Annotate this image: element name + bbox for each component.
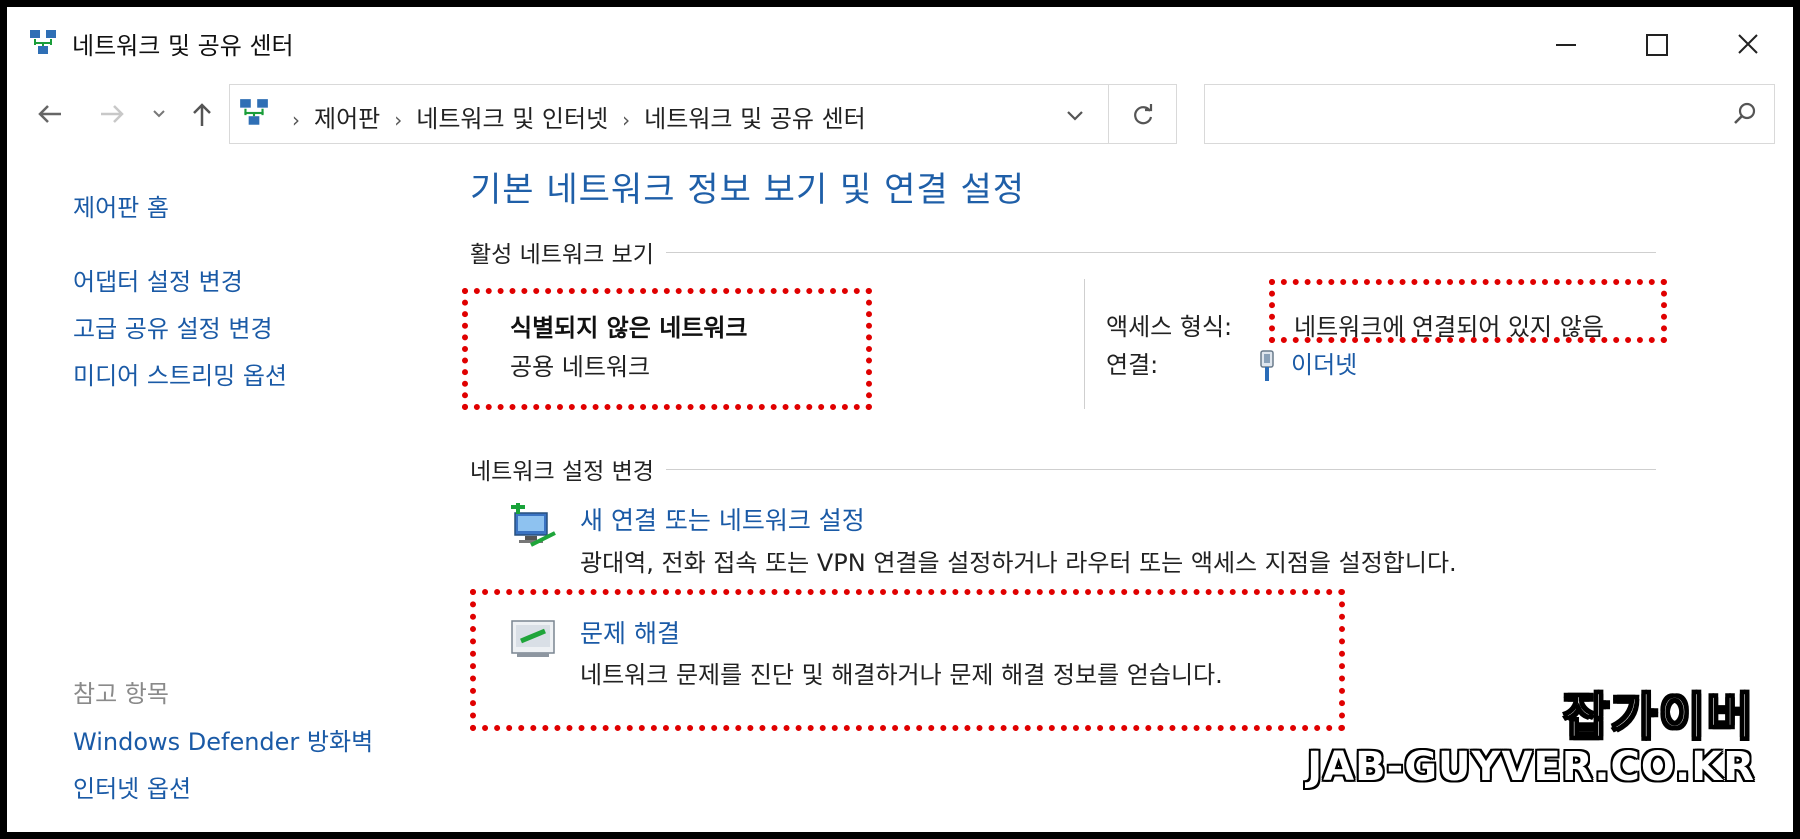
sidebar-item-firewall[interactable]: Windows Defender 방화벽 (73, 722, 373, 757)
chevron-down-icon (153, 110, 165, 118)
back-button[interactable] (33, 97, 67, 131)
network-icon (28, 28, 58, 58)
maximize-button[interactable] (1632, 22, 1680, 66)
see-also-heading: 참고 항목 (73, 680, 169, 708)
up-button[interactable] (185, 97, 219, 131)
change-settings-heading: 네트워크 설정 변경 (470, 452, 666, 486)
breadcrumb-item[interactable]: 네트워크 및 공유 센터 (644, 105, 866, 133)
active-networks-heading: 활성 네트워크 보기 (470, 235, 666, 269)
search-icon[interactable] (1732, 101, 1758, 127)
vertical-divider (1084, 279, 1085, 409)
sidebar-item-adapter-settings[interactable]: 어댑터 설정 변경 (73, 262, 243, 297)
address-dropdown-button[interactable] (1060, 101, 1090, 129)
arrow-left-icon (38, 105, 61, 123)
recent-locations-button[interactable] (149, 97, 183, 131)
breadcrumb-item[interactable]: 제어판 (314, 105, 380, 133)
breadcrumb: › 제어판 › 네트워크 및 인터넷 › 네트워크 및 공유 센터 (278, 99, 866, 134)
maximize-icon (1646, 34, 1668, 56)
ethernet-link[interactable]: 이더넷 (1257, 345, 1357, 382)
close-button[interactable] (1724, 22, 1772, 66)
new-connection-icon (509, 500, 559, 553)
highlight-box (462, 288, 872, 410)
watermark-url: JAB-GUYVER.CO.KR (1307, 744, 1755, 790)
page-title: 기본 네트워크 정보 보기 및 연결 설정 (470, 170, 1026, 210)
connection-label: 연결: (1106, 351, 1159, 379)
ethernet-link-label[interactable]: 이더넷 (1291, 351, 1357, 379)
minimize-icon (1556, 44, 1576, 46)
watermark-title: 잡가이버 (1562, 687, 1755, 747)
sidebar-item-media-streaming[interactable]: 미디어 스트리밍 옵션 (73, 356, 287, 391)
chevron-down-icon (1067, 111, 1083, 121)
address-bar[interactable]: › 제어판 › 네트워크 및 인터넷 › 네트워크 및 공유 센터 (229, 84, 1109, 144)
breadcrumb-item[interactable]: 네트워크 및 인터넷 (416, 105, 608, 133)
title-bar: 네트워크 및 공유 센터 (14, 14, 1786, 72)
arrow-right-icon (101, 105, 124, 123)
search-input[interactable] (1213, 95, 1717, 135)
new-connection-link[interactable]: 새 연결 또는 네트워크 설정 (580, 501, 865, 537)
highlight-box (470, 589, 1345, 731)
chevron-right-icon: › (622, 108, 631, 132)
minimize-button[interactable] (1540, 22, 1588, 66)
window-frame: 네트워크 및 공유 센터 › 제어판 › 네트워크 및 인터넷 › 네트워크 및… (0, 0, 1800, 839)
sidebar-item-advanced-sharing[interactable]: 고급 공유 설정 변경 (73, 309, 273, 344)
sidebar-item-internet-options[interactable]: 인터넷 옵션 (73, 769, 191, 804)
ethernet-icon (1257, 350, 1277, 382)
arrow-up-icon (193, 103, 211, 126)
forward-button[interactable] (95, 97, 129, 131)
sidebar-item-control-panel-home[interactable]: 제어판 홈 (73, 188, 169, 223)
refresh-icon (1134, 104, 1153, 125)
search-box[interactable] (1204, 84, 1775, 144)
network-icon (238, 97, 270, 129)
chevron-right-icon: › (394, 108, 403, 132)
close-icon (1738, 34, 1758, 54)
chevron-right-icon: › (292, 108, 300, 132)
access-type-label: 액세스 형식: (1106, 313, 1233, 341)
refresh-button[interactable] (1109, 84, 1177, 144)
window-title: 네트워크 및 공유 센터 (72, 32, 294, 60)
highlight-box (1269, 279, 1667, 343)
new-connection-description: 광대역, 전화 접속 또는 VPN 연결을 설정하거나 라우터 또는 액세스 지… (580, 549, 1457, 577)
